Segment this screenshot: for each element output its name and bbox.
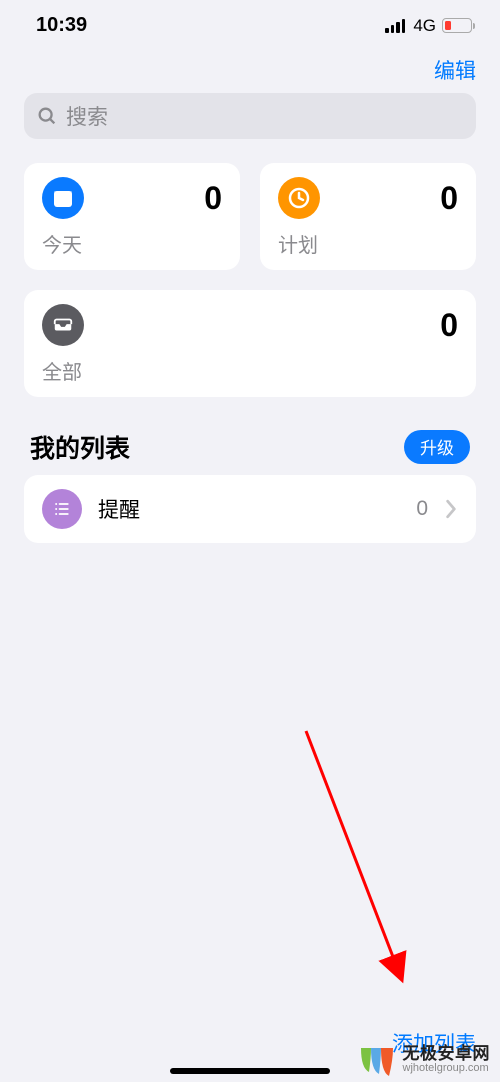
card-all[interactable]: 0 全部	[24, 290, 476, 397]
network-label: 4G	[413, 16, 436, 36]
today-label: 今天	[42, 229, 222, 258]
nav-bar: 编辑	[0, 45, 500, 93]
list-item-count: 0	[416, 497, 428, 521]
watermark: 无极安卓网 wjhotelgroup.com	[353, 1038, 495, 1082]
status-bar: 10:39 4G	[0, 0, 500, 45]
all-count: 0	[440, 307, 458, 344]
watermark-title: 无极安卓网	[403, 1045, 491, 1063]
all-label: 全部	[42, 356, 458, 385]
list-item-title: 提醒	[98, 494, 400, 524]
upgrade-button[interactable]: 升级	[404, 430, 470, 464]
watermark-sub: wjhotelgroup.com	[403, 1063, 491, 1075]
lists-container: 提醒 0	[24, 475, 476, 543]
edit-button[interactable]: 编辑	[434, 55, 476, 85]
calendar-icon	[42, 177, 84, 219]
search-input[interactable]: 搜索	[24, 93, 476, 139]
inbox-icon	[42, 304, 84, 346]
today-count: 0	[204, 180, 222, 217]
status-right: 4G	[385, 16, 472, 36]
search-icon	[36, 105, 58, 127]
signal-icon	[385, 19, 405, 33]
battery-icon	[442, 18, 472, 33]
scheduled-count: 0	[440, 180, 458, 217]
list-bullet-icon	[42, 489, 82, 529]
card-scheduled[interactable]: 0 计划	[260, 163, 476, 270]
watermark-logo-icon	[357, 1040, 397, 1080]
list-item[interactable]: 提醒 0	[24, 475, 476, 543]
card-today[interactable]: 0 今天	[24, 163, 240, 270]
chevron-right-icon	[444, 499, 458, 519]
search-placeholder: 搜索	[66, 101, 108, 131]
section-title: 我的列表	[30, 429, 130, 465]
home-indicator	[170, 1068, 330, 1074]
clock-icon	[278, 177, 320, 219]
status-time: 10:39	[36, 14, 87, 37]
scheduled-label: 计划	[278, 229, 458, 258]
